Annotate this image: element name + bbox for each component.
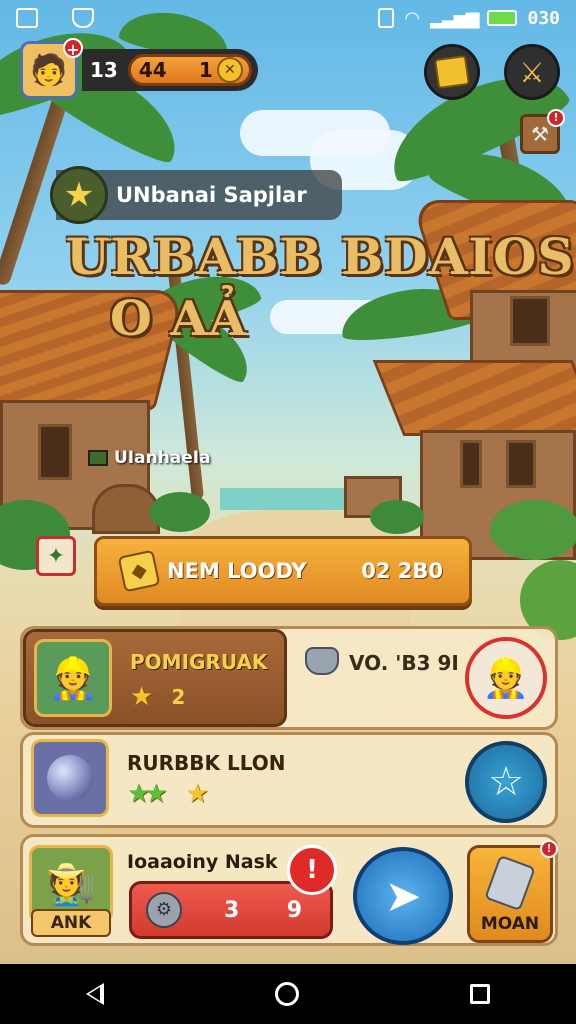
player-level: 13 — [90, 58, 118, 82]
quest-label: Ioaaoiny Nask — [127, 851, 278, 873]
house-window — [506, 440, 536, 488]
gold-chest-button[interactable] — [424, 44, 480, 100]
moan-button[interactable]: MOAN ! — [467, 840, 558, 943]
quest-banner-text: UNbanai Sapjlar — [116, 183, 307, 207]
loot-label: NEM LOODY — [167, 559, 307, 583]
star-icon: ★ — [130, 682, 154, 712]
bush — [490, 500, 576, 560]
new-loot-panel[interactable]: ◆ NEM LOODY 02 2B0 — [94, 536, 472, 606]
title-line-1: URBABB BDAIOS — [66, 227, 575, 286]
wrench-icon: ⚙ — [146, 892, 182, 928]
notification-badge: ! — [540, 840, 558, 858]
list-item[interactable]: RURBBK LLON ★ ★ ★ ☆ — [20, 732, 558, 828]
star-action-button[interactable]: ☆ — [465, 741, 547, 823]
hammer-icon: ⚒ — [531, 122, 549, 146]
tool-icon — [484, 854, 536, 912]
hut-window — [38, 424, 72, 480]
level-bar: 13 44 1 ✕ — [82, 49, 258, 91]
xp-value: 44 — [138, 58, 167, 82]
hero-face-icon: 👷 — [48, 655, 98, 702]
wifi-icon: ◠ — [404, 7, 421, 29]
progress-current: 3 — [224, 897, 240, 923]
helmet-face-icon: 👷 — [482, 655, 530, 700]
loot-chest-icon: ◆ — [117, 549, 161, 593]
page-title: URBABB BDAIOS O AẢ — [66, 226, 575, 350]
coin-count: 1 — [198, 58, 213, 82]
map-button[interactable]: ✦ — [36, 536, 76, 576]
row-value: VO. 'B3 9I — [349, 651, 459, 675]
signpost-label: UIanhaeIa — [114, 448, 211, 468]
gallery-icon — [16, 8, 38, 28]
quest-banner[interactable]: ★ UNbanai Sapjlar — [50, 166, 342, 224]
progress-total: 9 — [286, 897, 302, 923]
orb-icon — [47, 755, 93, 801]
notification-badge: ! — [547, 109, 565, 127]
recent-apps-icon[interactable] — [470, 984, 491, 1004]
avatar-face-icon: 🧑 — [30, 52, 68, 88]
loot-value: 02 2B0 — [361, 559, 443, 583]
send-button[interactable]: ➤ — [353, 847, 453, 945]
hero-profile-button[interactable]: 👷 — [465, 637, 547, 719]
shield-icon — [72, 8, 94, 28]
orb-portrait — [31, 739, 109, 817]
build-button[interactable]: ⚒ ! — [520, 109, 565, 154]
battle-button[interactable]: ⚔ — [504, 44, 560, 100]
currency-pill[interactable]: 44 1 ✕ — [127, 54, 252, 86]
village-signpost[interactable]: UIanhaeIa — [88, 448, 211, 468]
add-badge[interactable]: + — [63, 38, 83, 59]
moan-label: MOAN — [480, 914, 540, 934]
green-star-icon: ★ — [144, 779, 168, 809]
house-lower-roof — [372, 360, 576, 436]
hero-card[interactable]: 👷 POMIGRUAK ★ 2 — [23, 629, 287, 727]
orb-card-title: RURBBK LLON — [127, 751, 286, 775]
coin-icon: ✕ — [216, 57, 243, 83]
title-line-2: O AẢ — [110, 291, 248, 347]
player-hud: 🧑 + 13 44 1 ✕ — [20, 38, 258, 100]
star-icon: ★ — [185, 779, 209, 809]
battery-icon — [487, 10, 518, 26]
system-nav-bar — [0, 964, 576, 1024]
clock: 030 — [527, 7, 560, 29]
hero-card-title: POMIGRUAK — [130, 650, 268, 674]
back-icon[interactable] — [85, 983, 104, 1005]
bush — [370, 500, 424, 534]
house-window — [460, 440, 482, 488]
list-item[interactable]: 🧑‍🌾 ANK Ioaaoiny Nask ⚙ 3 9 ! ➤ MOAN ! — [20, 834, 558, 946]
villager-label: ANK — [31, 909, 111, 937]
alert-icon: ! — [287, 845, 337, 895]
sea — [220, 488, 360, 510]
status-bar: ◠ ▂▃▅▆ 030 — [0, 0, 576, 36]
hero-level: 2 — [171, 685, 186, 709]
signal-icon: ▂▃▅▆ — [430, 7, 479, 29]
pot-icon — [305, 647, 339, 675]
hero-portrait: 👷 — [34, 639, 112, 717]
sword-icon: ⚔ — [519, 55, 545, 89]
home-icon[interactable] — [274, 982, 299, 1006]
paper-plane-icon: ➤ — [384, 870, 422, 922]
bush — [150, 492, 210, 532]
star-emblem-icon: ★ — [50, 166, 108, 224]
sign-icon — [88, 450, 108, 466]
gold-chest-icon — [434, 54, 470, 90]
list-item[interactable]: 👷 POMIGRUAK ★ 2 VO. 'B3 9I 👷 — [20, 626, 558, 730]
villager-face-icon: 🧑‍🌾 — [46, 861, 96, 908]
info-icon — [378, 8, 395, 28]
map-icon: ✦ — [46, 543, 66, 569]
star-outline-icon: ☆ — [488, 759, 524, 805]
player-avatar[interactable]: 🧑 + — [20, 38, 83, 99]
